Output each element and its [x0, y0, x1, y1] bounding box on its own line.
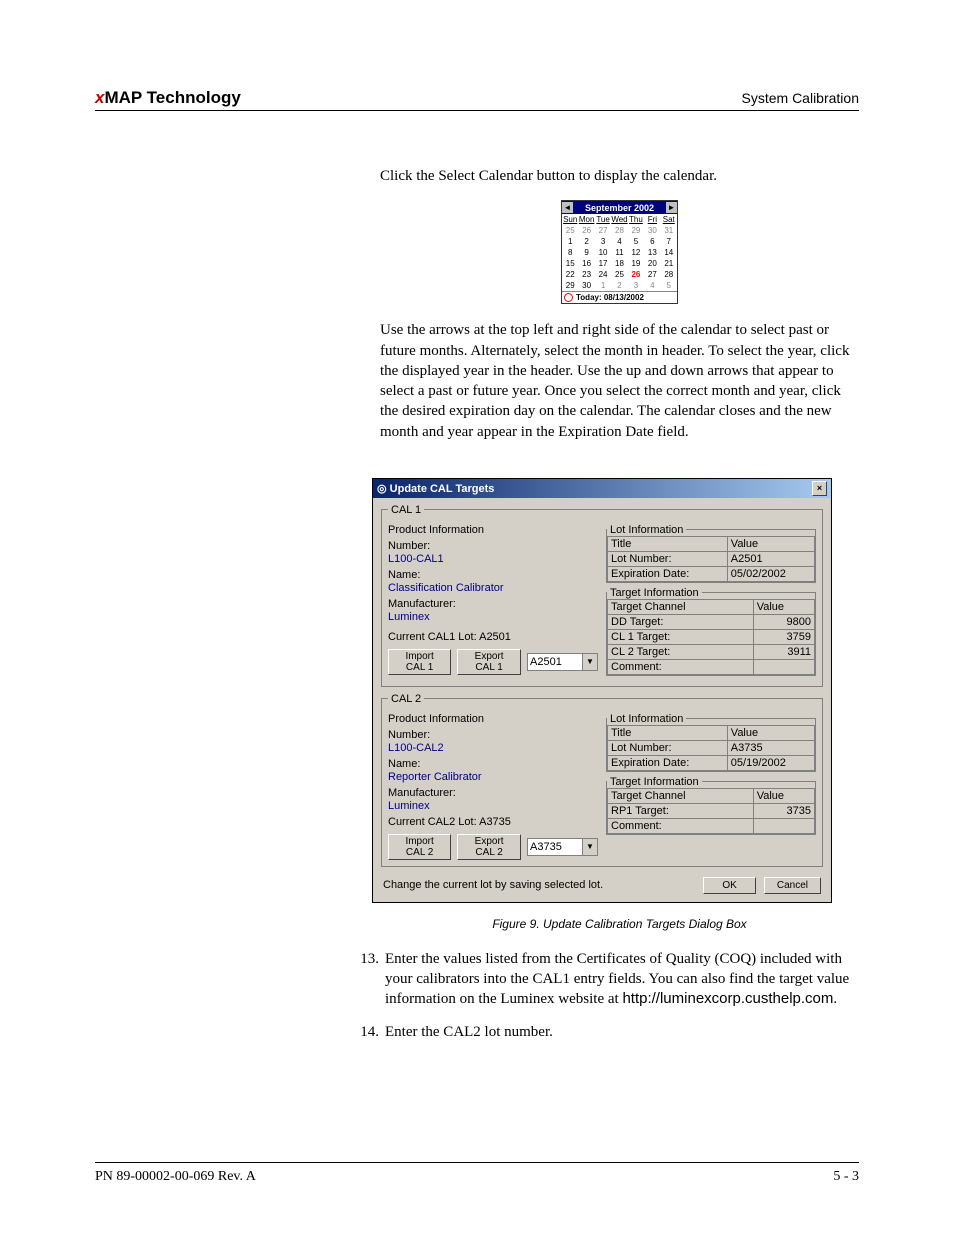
table-row: Expiration Date:05/02/2002	[608, 566, 815, 581]
paragraph-1: Click the Select Calendar button to disp…	[380, 166, 859, 186]
cal2-legend: CAL 2	[388, 693, 424, 705]
cal1-lot-info: Lot Information TitleValue Lot Number:A2…	[606, 524, 816, 583]
footer-right: 5 - 3	[833, 1169, 859, 1185]
step-number: 14.	[347, 1022, 385, 1042]
chevron-down-icon[interactable]: ▼	[582, 839, 597, 855]
cal1-group: CAL 1 Product Information Number: L100-C…	[381, 504, 823, 687]
dialog-footer-note: Change the current lot by saving selecte…	[383, 879, 603, 891]
cal1-name-value: Classification Calibrator	[388, 582, 598, 594]
cal1-lot-dropdown[interactable]: ▼	[527, 653, 598, 671]
cal2-group: CAL 2 Product Information Number: L100-C…	[381, 693, 823, 867]
calendar-days[interactable]: 25262728293031 1234567 891011121314 1516…	[562, 225, 677, 291]
cal2-name-value: Reporter Calibrator	[388, 771, 598, 783]
cal1-legend: CAL 1	[388, 504, 424, 516]
step-number: 13.	[347, 949, 385, 1010]
dialog-bullet-icon: ◎	[377, 483, 390, 495]
cal2-lot-info: Lot Information TitleValue Lot Number:A3…	[606, 713, 816, 772]
brand: xMAP Technology	[95, 88, 241, 108]
calendar-today-label: Today: 08/13/2002	[576, 293, 644, 302]
calendar-day-headers: Sun Mon Tue Wed Thu Fri Sat	[562, 214, 677, 225]
cal1-target-info: Target Information Target ChannelValue D…	[606, 587, 816, 676]
update-cal-targets-dialog: ◎ Update CAL Targets × CAL 1 Product Inf…	[372, 478, 832, 903]
calendar-month-label[interactable]: September 2002	[585, 203, 654, 213]
export-cal2-button[interactable]: Export CAL 2	[457, 834, 521, 860]
today-circle-icon	[564, 293, 573, 302]
section-title: System Calibration	[742, 90, 860, 106]
figure-caption: Figure 9. Update Calibration Targets Dia…	[380, 917, 859, 931]
calendar-next-icon[interactable]: ►	[666, 202, 677, 213]
paragraph-2: Use the arrows at the top left and right…	[380, 320, 859, 442]
cal2-current-lot: Current CAL2 Lot: A3735	[388, 816, 598, 828]
cal2-manuf-label: Manufacturer:	[388, 787, 598, 799]
cal1-product-legend: Product Information	[388, 524, 484, 536]
cal1-current-lot: Current CAL1 Lot: A2501	[388, 631, 598, 643]
cal2-target-info: Target Information Target ChannelValue R…	[606, 776, 816, 835]
close-icon[interactable]: ×	[812, 481, 827, 496]
cal2-manuf-value: Luminex	[388, 800, 598, 812]
calendar-today-row[interactable]: Today: 08/13/2002	[562, 291, 677, 303]
cal1-number-value: L100-CAL1	[388, 553, 598, 565]
brand-rest: MAP Technology	[104, 88, 240, 107]
dialog-title: ◎ Update CAL Targets	[377, 482, 494, 495]
footer-left: PN 89-00002-00-069 Rev. A	[95, 1169, 256, 1185]
chevron-down-icon[interactable]: ▼	[582, 654, 597, 670]
calendar-prev-icon[interactable]: ◄	[562, 202, 573, 213]
export-cal1-button[interactable]: Export CAL 1	[457, 649, 521, 675]
cancel-button[interactable]: Cancel	[764, 877, 821, 894]
cal2-product-legend: Product Information	[388, 713, 484, 725]
cal2-lot-dropdown[interactable]: ▼	[527, 838, 598, 856]
table-row: Expiration Date:05/19/2002	[608, 755, 815, 770]
cal2-number-label: Number:	[388, 729, 598, 741]
cal1-lot-dropdown-input[interactable]	[528, 654, 582, 670]
cal2-number-value: L100-CAL2	[388, 742, 598, 754]
cal1-name-label: Name:	[388, 569, 598, 581]
table-row: CL 2 Target:3911	[608, 644, 815, 659]
import-cal1-button[interactable]: Import CAL 1	[388, 649, 451, 675]
table-row: Lot Number:A3735	[608, 740, 815, 755]
cal2-lot-dropdown-input[interactable]	[528, 839, 582, 855]
step-14-text: Enter the CAL2 lot number.	[385, 1022, 859, 1042]
import-cal2-button[interactable]: Import CAL 2	[388, 834, 451, 860]
cal2-name-label: Name:	[388, 758, 598, 770]
step-14: 14. Enter the CAL2 lot number.	[347, 1022, 859, 1042]
cal1-number-label: Number:	[388, 540, 598, 552]
page-header: xMAP Technology System Calibration	[95, 88, 859, 111]
table-row: DD Target:9800	[608, 614, 815, 629]
table-row: Lot Number:A2501	[608, 551, 815, 566]
table-row: Comment:	[608, 818, 815, 833]
step-13-url: http://luminexcorp.custhelp.com	[622, 990, 833, 1007]
step-13: 13. Enter the values listed from the Cer…	[347, 949, 859, 1010]
cal1-manuf-label: Manufacturer:	[388, 598, 598, 610]
cal1-manuf-value: Luminex	[388, 611, 598, 623]
table-row: RP1 Target:3735	[608, 803, 815, 818]
table-row: Comment:	[608, 659, 815, 674]
ok-button[interactable]: OK	[703, 877, 755, 894]
page-footer: PN 89-00002-00-069 Rev. A 5 - 3	[95, 1162, 859, 1185]
calendar-widget: ◄ September 2002 ► Sun Mon Tue Wed Thu F…	[561, 200, 678, 304]
table-row: CL 1 Target:3759	[608, 629, 815, 644]
